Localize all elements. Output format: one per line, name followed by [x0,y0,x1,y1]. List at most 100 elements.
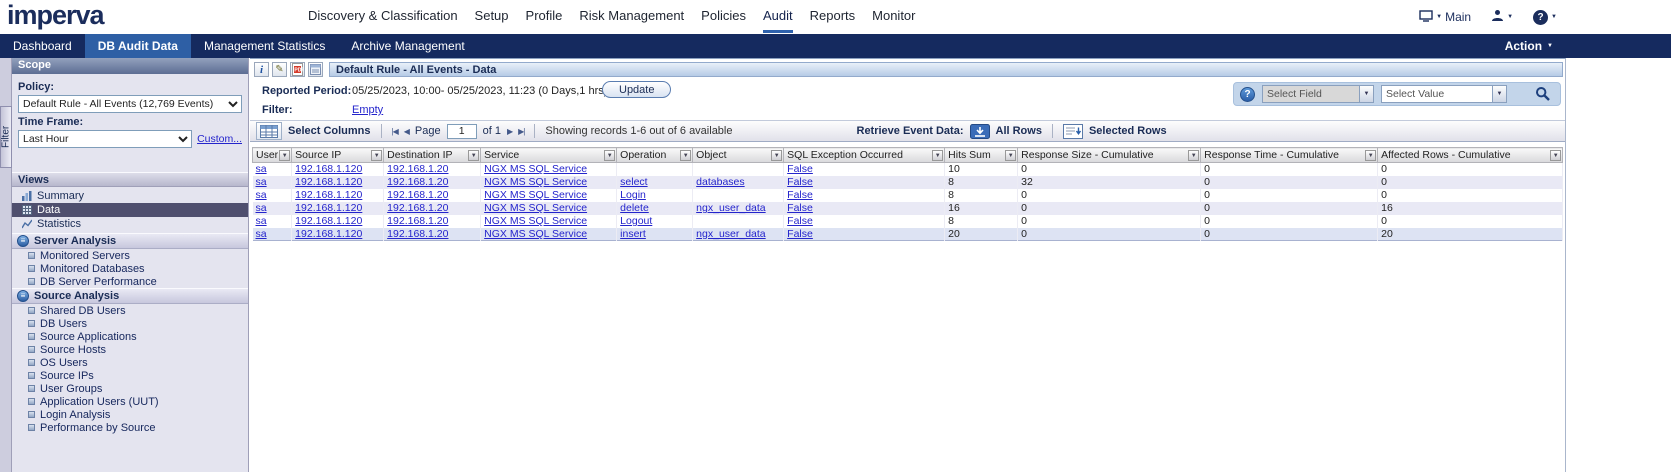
select-columns-label[interactable]: Select Columns [288,125,371,137]
sidebar-item-login-analysis[interactable]: Login Analysis [12,408,248,421]
cell-link[interactable]: 192.168.1.120 [295,228,362,240]
cell-link[interactable]: 192.168.1.20 [387,228,448,240]
table-row[interactable]: sa 192.168.1.120 192.168.1.20 NGX MS SQL Se… [252,162,1564,176]
cell-link[interactable]: NGX MS SQL Service [484,163,587,175]
cell-link[interactable]: 192.168.1.120 [295,176,362,188]
sidebar-item-source-hosts[interactable]: Source Hosts [12,343,248,356]
cell-link[interactable]: NGX MS SQL Service [484,228,587,240]
cell-link[interactable]: NGX MS SQL Service [484,215,587,227]
cell-link[interactable]: sa [256,202,267,214]
info-icon[interactable]: i [254,62,269,77]
column-menu-button[interactable]: ▼ [1365,149,1377,161]
cell-link[interactable]: 192.168.1.20 [387,176,448,188]
cell-link[interactable]: 192.168.1.20 [387,163,448,175]
sidebar-item-monitored-databases[interactable]: Monitored Databases [12,262,248,275]
column-header-operation[interactable]: Operation ▼ [616,147,694,163]
page-number-input[interactable] [446,123,477,139]
column-header-hits-sum[interactable]: Hits Sum ▼ [944,147,1019,163]
sidebar-item-source-applications[interactable]: Source Applications [12,330,248,343]
edit-icon[interactable]: ✎ [272,62,287,77]
nav-profile[interactable]: Profile [526,1,563,33]
nav-reports[interactable]: Reports [810,1,856,33]
cell-link[interactable]: False [787,202,813,214]
column-header-affected-rows-cumulative[interactable]: Affected Rows - Cumulative ▼ [1377,147,1564,163]
cell-link[interactable]: False [787,176,813,188]
prev-page-button[interactable]: ◀ [404,127,410,136]
nav-monitor[interactable]: Monitor [872,1,915,33]
cell-link[interactable]: ngx_user_data [696,202,765,214]
cell-link[interactable]: select [620,176,647,188]
search-icon[interactable] [1532,84,1554,104]
column-header-source-ip[interactable]: Source IP ▼ [291,147,385,163]
section-header-source-analysis[interactable]: ≡ Source Analysis [12,288,248,304]
action-menu-button[interactable]: Action ▼ [1505,34,1553,58]
sidebar-item-application-users-uut[interactable]: Application Users (UUT) [12,395,248,408]
cell-link[interactable]: NGX MS SQL Service [484,202,587,214]
nav-setup[interactable]: Setup [475,1,509,33]
last-page-button[interactable]: ▶| [518,127,525,136]
column-menu-button[interactable]: ▼ [1188,149,1200,161]
column-menu-button[interactable]: ▼ [1550,149,1562,161]
column-menu-button[interactable]: ▼ [279,149,291,161]
view-item-statistics[interactable]: Statistics [12,217,248,231]
cell-link[interactable]: False [787,215,813,227]
cell-link[interactable]: NGX MS SQL Service [484,189,587,201]
cell-link[interactable]: sa [256,176,267,188]
export-report-icon[interactable] [308,62,323,77]
cell-link[interactable]: ngx_user_data [696,228,765,240]
cell-link[interactable]: sa [256,189,267,201]
tab-dashboard[interactable]: Dashboard [0,34,85,58]
cell-link[interactable]: sa [256,215,267,227]
cell-link[interactable]: NGX MS SQL Service [484,176,587,188]
cell-link[interactable]: databases [696,176,744,188]
cell-link[interactable]: 192.168.1.120 [295,202,362,214]
tab-archive-management[interactable]: Archive Management [338,34,477,58]
view-item-data[interactable]: Data [12,203,248,217]
cell-link[interactable]: 192.168.1.120 [295,189,362,201]
table-row[interactable]: sa 192.168.1.120 192.168.1.20 NGX MS SQL Se… [252,175,1564,189]
cell-link[interactable]: False [787,228,813,240]
cell-link[interactable]: 192.168.1.20 [387,202,448,214]
column-header-response-time-cumulative[interactable]: Response Time - Cumulative ▼ [1200,147,1379,163]
column-header-user[interactable]: User ▼ [251,147,293,163]
select-value-dropdown[interactable]: Select Value ▼ [1381,85,1507,103]
sidebar-item-shared-db-users[interactable]: Shared DB Users [12,304,248,317]
column-menu-button[interactable]: ▼ [680,149,692,161]
help-menu[interactable]: ? ▼ [1533,9,1557,25]
cell-link[interactable]: Logout [620,215,652,227]
next-page-button[interactable]: ▶ [507,127,513,136]
all-rows-label[interactable]: All Rows [996,125,1042,137]
update-button[interactable]: Update [602,81,672,98]
nav-risk-management[interactable]: Risk Management [579,1,684,33]
cell-link[interactable]: delete [620,202,649,214]
column-menu-button[interactable]: ▼ [371,149,383,161]
search-help-icon[interactable]: ? [1240,86,1255,102]
sidebar-item-db-server-performance[interactable]: DB Server Performance [12,275,248,288]
filter-vertical-tab[interactable]: Filter [0,106,12,168]
sidebar-item-os-users[interactable]: OS Users [12,356,248,369]
sidebar-item-user-groups[interactable]: User Groups [12,382,248,395]
table-row[interactable]: sa 192.168.1.120 192.168.1.20 NGX MS SQL Se… [252,188,1564,202]
first-page-button[interactable]: |◀ [392,127,399,136]
table-row[interactable]: sa 192.168.1.120 192.168.1.20 NGX MS SQL Se… [252,214,1564,228]
custom-timeframe-link[interactable]: Custom... [197,133,242,145]
download-all-rows-icon[interactable] [969,123,990,139]
sidebar-item-performance-by-source[interactable]: Performance by Source [12,421,248,434]
cell-link[interactable]: False [787,189,813,201]
cell-link[interactable]: 192.168.1.20 [387,215,448,227]
sidebar-item-monitored-servers[interactable]: Monitored Servers [12,249,248,262]
column-header-destination-ip[interactable]: Destination IP ▼ [383,147,482,163]
cell-link[interactable]: sa [256,228,267,240]
column-menu-button[interactable]: ▼ [604,149,616,161]
pdf-export-icon[interactable]: PDF [290,62,305,77]
cell-link[interactable]: Login [620,189,646,201]
column-menu-button[interactable]: ▼ [932,149,944,161]
main-console-switcher[interactable]: ▼ Main [1419,9,1471,25]
column-header-response-size-cumulative[interactable]: Response Size - Cumulative ▼ [1017,147,1202,163]
cell-link[interactable]: 192.168.1.120 [295,163,362,175]
cell-link[interactable]: sa [256,163,267,175]
table-row[interactable]: sa 192.168.1.120 192.168.1.20 NGX MS SQL Se… [252,201,1564,215]
view-item-summary[interactable]: Summary [12,189,248,203]
filter-empty-link[interactable]: Empty [352,104,383,116]
column-header-object[interactable]: Object ▼ [692,147,785,163]
